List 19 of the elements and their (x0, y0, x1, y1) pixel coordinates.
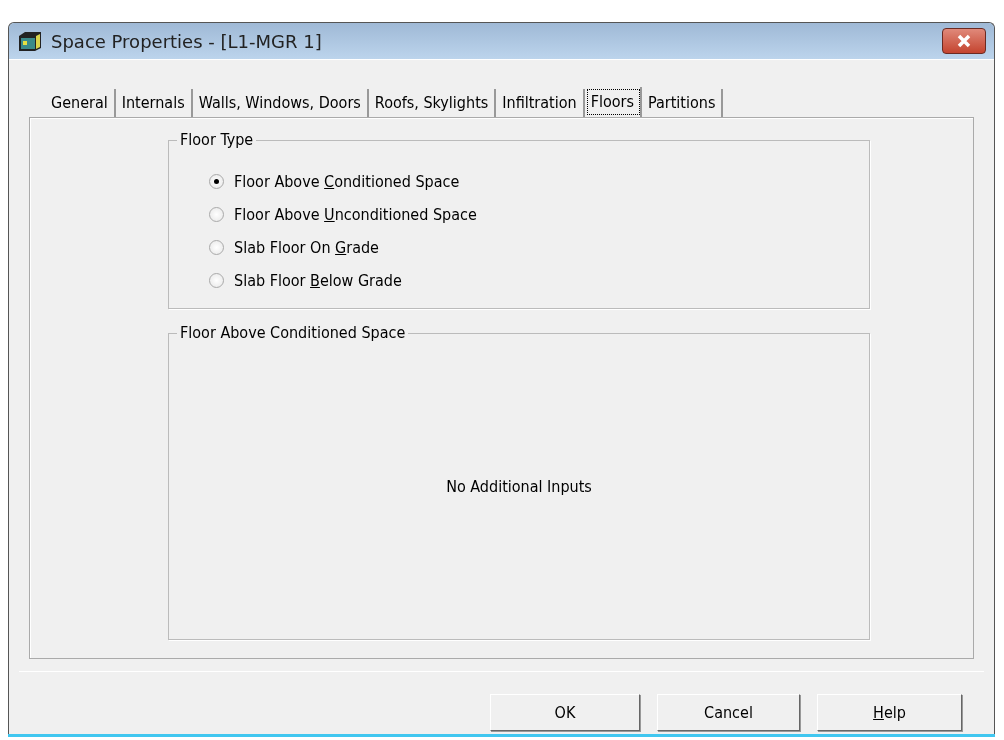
option-label[interactable]: Slab Floor Below Grade (234, 271, 402, 290)
radio-button[interactable] (209, 273, 224, 288)
close-button[interactable] (942, 28, 986, 54)
dialog-button[interactable]: Help (817, 694, 962, 731)
radio-button[interactable] (209, 240, 224, 255)
option-label[interactable]: Slab Floor On Grade (234, 238, 379, 257)
dialog-button[interactable]: OK (490, 694, 640, 731)
radio-button[interactable] (209, 207, 224, 222)
group-title: Floor Above Conditioned Space (177, 323, 409, 342)
radio-button[interactable] (209, 174, 224, 189)
dialog-button[interactable]: Cancel (657, 694, 800, 731)
info-message: No Additional Inputs (446, 477, 592, 496)
close-icon (955, 34, 973, 48)
window-title: Space Properties - [L1-MGR 1] (51, 30, 323, 52)
option-label[interactable]: Floor Above Unconditioned Space (234, 205, 477, 224)
option-label[interactable]: Floor Above Conditioned Space (234, 172, 460, 191)
tab[interactable]: Floors (584, 87, 642, 117)
group-title: Floor Type (177, 130, 257, 149)
app-icon (17, 30, 43, 52)
